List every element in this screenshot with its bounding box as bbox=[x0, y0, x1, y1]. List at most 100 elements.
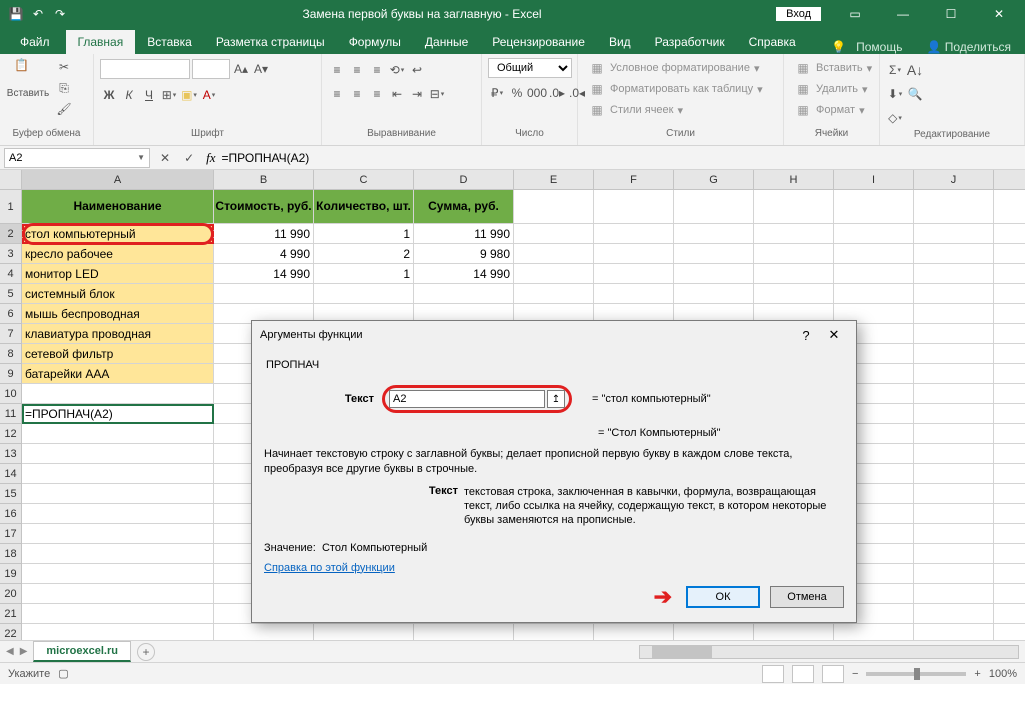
row-header-18[interactable]: 18 bbox=[0, 544, 22, 564]
row-header-15[interactable]: 15 bbox=[0, 484, 22, 504]
cell-styles-button[interactable]: ▦Стили ячеек ▾ bbox=[584, 100, 687, 120]
cell[interactable] bbox=[754, 224, 834, 244]
cell[interactable] bbox=[22, 524, 214, 544]
cell[interactable]: монитор LED bbox=[22, 264, 214, 284]
cell[interactable]: 14 990 bbox=[414, 264, 514, 284]
dialog-help-icon[interactable]: ? bbox=[792, 328, 820, 343]
tab-developer[interactable]: Разработчик bbox=[643, 30, 737, 54]
cell[interactable] bbox=[914, 604, 994, 624]
conditional-formatting-button[interactable]: ▦Условное форматирование ▾ bbox=[584, 58, 763, 78]
cut-icon[interactable]: ✂ bbox=[54, 58, 74, 76]
autosave-icon[interactable]: 💾 bbox=[8, 6, 24, 22]
select-all-corner[interactable] bbox=[0, 170, 22, 190]
cell[interactable] bbox=[994, 544, 1025, 564]
tab-insert[interactable]: Вставка bbox=[135, 30, 204, 54]
tab-data[interactable]: Данные bbox=[413, 30, 480, 54]
font-size-select[interactable] bbox=[192, 59, 230, 79]
cell[interactable] bbox=[914, 444, 994, 464]
cell[interactable]: стол компьютерный bbox=[22, 224, 214, 244]
view-normal-icon[interactable] bbox=[762, 665, 784, 683]
col-header-J[interactable]: J bbox=[914, 170, 994, 190]
cell[interactable] bbox=[674, 224, 754, 244]
zoom-level[interactable]: 100% bbox=[989, 668, 1017, 680]
dialog-close-icon[interactable]: ✕ bbox=[820, 327, 848, 343]
cell[interactable] bbox=[414, 624, 514, 640]
fx-icon[interactable]: fx bbox=[206, 150, 215, 166]
row-header-7[interactable]: 7 bbox=[0, 324, 22, 344]
cell[interactable] bbox=[994, 464, 1025, 484]
cell[interactable] bbox=[514, 264, 594, 284]
cancel-button[interactable]: Отмена bbox=[770, 586, 844, 608]
cell[interactable]: =ПРОПНАЧ(A2) bbox=[22, 404, 214, 424]
tab-review[interactable]: Рецензирование bbox=[480, 30, 597, 54]
cell[interactable] bbox=[914, 524, 994, 544]
cell[interactable] bbox=[914, 264, 994, 284]
cell[interactable]: системный блок bbox=[22, 284, 214, 304]
cell[interactable] bbox=[914, 384, 994, 404]
currency-icon[interactable]: ₽ bbox=[488, 84, 506, 102]
cell[interactable] bbox=[994, 190, 1025, 224]
cell[interactable] bbox=[914, 284, 994, 304]
bold-icon[interactable]: Ж bbox=[100, 86, 118, 104]
cell[interactable] bbox=[514, 624, 594, 640]
cell[interactable] bbox=[994, 344, 1025, 364]
tell-me-label[interactable]: Помощь bbox=[856, 40, 902, 54]
col-header-H[interactable]: H bbox=[754, 170, 834, 190]
cell[interactable] bbox=[914, 224, 994, 244]
cell[interactable] bbox=[994, 584, 1025, 604]
row-header-16[interactable]: 16 bbox=[0, 504, 22, 524]
row-header-6[interactable]: 6 bbox=[0, 304, 22, 324]
cell[interactable]: 14 990 bbox=[214, 264, 314, 284]
cell[interactable] bbox=[914, 424, 994, 444]
col-header-D[interactable]: D bbox=[414, 170, 514, 190]
row-header-8[interactable]: 8 bbox=[0, 344, 22, 364]
cell[interactable]: батарейки ААА bbox=[22, 364, 214, 384]
cell[interactable] bbox=[914, 484, 994, 504]
italic-icon[interactable]: К bbox=[120, 86, 138, 104]
indent-dec-icon[interactable]: ⇤ bbox=[388, 85, 406, 103]
cell[interactable] bbox=[834, 284, 914, 304]
cell[interactable] bbox=[914, 364, 994, 384]
copy-icon[interactable]: ⎘ bbox=[54, 79, 74, 97]
delete-cells-button[interactable]: ▦Удалить ▾ bbox=[790, 79, 872, 99]
macro-record-icon[interactable]: ▢ bbox=[58, 667, 68, 680]
cell[interactable] bbox=[214, 624, 314, 640]
tab-file[interactable]: Файл bbox=[4, 30, 66, 54]
inc-decimal-icon[interactable]: .0▸ bbox=[548, 84, 566, 102]
cell[interactable] bbox=[514, 244, 594, 264]
cell[interactable]: 11 990 bbox=[214, 224, 314, 244]
row-header-1[interactable]: 1 bbox=[0, 190, 22, 224]
col-header-A[interactable]: A bbox=[22, 170, 214, 190]
find-icon[interactable]: 🔍 bbox=[906, 85, 924, 103]
cell[interactable] bbox=[914, 190, 994, 224]
paste-button[interactable]: 📋 Вставить bbox=[6, 58, 50, 99]
align-center-icon[interactable]: ≡ bbox=[348, 85, 366, 103]
add-sheet-button[interactable]: + bbox=[137, 643, 155, 661]
cell[interactable] bbox=[414, 284, 514, 304]
cell[interactable] bbox=[994, 324, 1025, 344]
wrap-text-icon[interactable]: ↩ bbox=[408, 61, 426, 79]
tab-help[interactable]: Справка bbox=[737, 30, 808, 54]
cell[interactable] bbox=[594, 284, 674, 304]
cell[interactable]: 9 980 bbox=[414, 244, 514, 264]
cell[interactable] bbox=[22, 544, 214, 564]
cancel-formula-icon[interactable]: ✕ bbox=[160, 151, 170, 165]
number-format-select[interactable]: Общий bbox=[488, 58, 572, 78]
col-header-B[interactable]: B bbox=[214, 170, 314, 190]
cell[interactable] bbox=[22, 584, 214, 604]
fill-color-icon[interactable]: ▣ bbox=[180, 86, 198, 104]
fill-icon[interactable]: ⬇ bbox=[886, 85, 904, 103]
cell[interactable] bbox=[594, 264, 674, 284]
share-button[interactable]: 👤 Поделиться bbox=[926, 40, 1011, 54]
cell[interactable] bbox=[994, 444, 1025, 464]
cell[interactable] bbox=[994, 524, 1025, 544]
cell[interactable] bbox=[914, 344, 994, 364]
cell[interactable] bbox=[914, 564, 994, 584]
cell[interactable] bbox=[834, 224, 914, 244]
cell[interactable]: Сумма, руб. bbox=[414, 190, 514, 224]
cell[interactable] bbox=[994, 264, 1025, 284]
decrease-font-icon[interactable]: A▾ bbox=[252, 60, 270, 78]
cell[interactable] bbox=[22, 464, 214, 484]
cell[interactable] bbox=[914, 504, 994, 524]
cell[interactable]: клавиатура проводная bbox=[22, 324, 214, 344]
